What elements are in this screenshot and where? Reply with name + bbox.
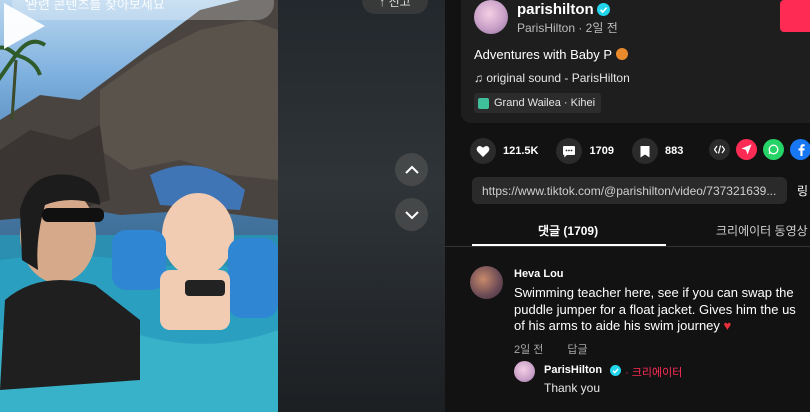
video-frame-image (0, 0, 278, 412)
copy-link-button[interactable]: 링 (797, 182, 808, 199)
comment-time: 2일 전 (514, 344, 544, 356)
comment-line-text: of his arms to aide his swim journey (514, 318, 720, 333)
comment-meta: 2일 전 답글 (514, 341, 588, 357)
comment-line: puddle jumper for a float jacket. Gives … (514, 301, 796, 317)
bookmark-icon[interactable] (631, 138, 658, 164)
search-bar[interactable]: 관련 콘텐츠를 찾아보세요 (12, 0, 274, 20)
previous-video-button[interactable] (395, 153, 428, 186)
location-pin-icon (478, 97, 489, 109)
comment-count: 1709 (589, 145, 614, 157)
location-label: Grand Wailea · Kihei (494, 97, 596, 109)
video-link-field[interactable]: https://www.tiktok.com/@parishilton/vide… (472, 177, 787, 204)
comment-icon[interactable] (556, 138, 583, 164)
tab-creator-videos[interactable]: 크리에이터 동영상 (716, 222, 808, 239)
facebook-icon[interactable] (790, 139, 810, 160)
send-icon[interactable] (736, 139, 757, 160)
video-player[interactable]: 관련 콘텐츠를 찾아보세요 (0, 0, 278, 412)
like-stat[interactable]: 121.5K (470, 138, 538, 164)
save-stat[interactable]: 883 (631, 138, 684, 164)
like-count: 121.5K (503, 145, 539, 157)
sound-label: original sound - ParisHilton (486, 71, 630, 85)
commenter-avatar[interactable] (470, 266, 503, 299)
video-link-url: https://www.tiktok.com/@parishilton/vide… (482, 183, 777, 198)
comment-line: Swimming teacher here, see if you can sw… (514, 285, 794, 300)
caption-text: Adventures with Baby P (474, 47, 613, 62)
tab-comments[interactable]: 댓글 (1709) (538, 222, 598, 239)
share-buttons (709, 139, 810, 160)
verified-badge-icon (597, 3, 610, 16)
location-tag[interactable]: Grand Wailea · Kihei (474, 93, 602, 113)
next-video-button[interactable] (395, 198, 428, 231)
basketball-emoji-icon (616, 48, 629, 60)
comment-tabs: 댓글 (1709) 크리에이터 동영상 (445, 213, 810, 247)
save-count: 883 (664, 145, 684, 157)
author-name[interactable]: parishilton (517, 1, 594, 18)
reply-button[interactable]: 답글 (567, 344, 587, 356)
author-avatar[interactable] (474, 0, 508, 34)
chevron-up-icon (404, 165, 419, 174)
verified-badge-icon (610, 365, 621, 376)
report-button[interactable]: ↑ 신고 (362, 0, 428, 14)
heart-emoji-icon: ♥ (723, 318, 732, 333)
reply-text: Thank you (544, 381, 601, 395)
video-area: 관련 콘텐츠를 찾아보세요 ↑ 신고 (0, 0, 445, 412)
chevron-down-icon (404, 210, 419, 219)
replier-avatar[interactable] (514, 361, 535, 382)
comment-stat[interactable]: 1709 (556, 138, 614, 164)
author-subtitle: ParisHilton · 2일 전 (517, 21, 618, 35)
report-label: ↑ 신고 (379, 0, 411, 9)
creator-badge: · 크리에이터 (625, 367, 683, 379)
replier-name[interactable]: ParisHilton (544, 364, 602, 376)
embed-icon[interactable] (709, 139, 730, 160)
whatsapp-icon[interactable] (763, 139, 784, 160)
sound-link[interactable]: ♫ original sound - ParisHilton (474, 71, 630, 85)
active-tab-indicator (472, 244, 666, 246)
comment-line: of his arms to aide his swim journey ♥ (514, 318, 810, 335)
comment-text: Swimming teacher here, see if you can sw… (514, 285, 810, 335)
search-placeholder: 관련 콘텐츠를 찾아보세요 (26, 0, 165, 12)
engagement-stats: 121.5K 1709 883 (470, 138, 701, 164)
music-note-icon: ♫ (474, 71, 487, 85)
commenter-name[interactable]: Heva Lou (514, 268, 564, 280)
play-icon[interactable] (0, 0, 48, 52)
video-caption: Adventures with Baby P (474, 47, 629, 62)
details-panel: parishilton ParisHilton · 2일 전 Adventure… (445, 0, 810, 412)
follow-button[interactable] (780, 0, 810, 32)
heart-icon[interactable] (470, 138, 496, 164)
